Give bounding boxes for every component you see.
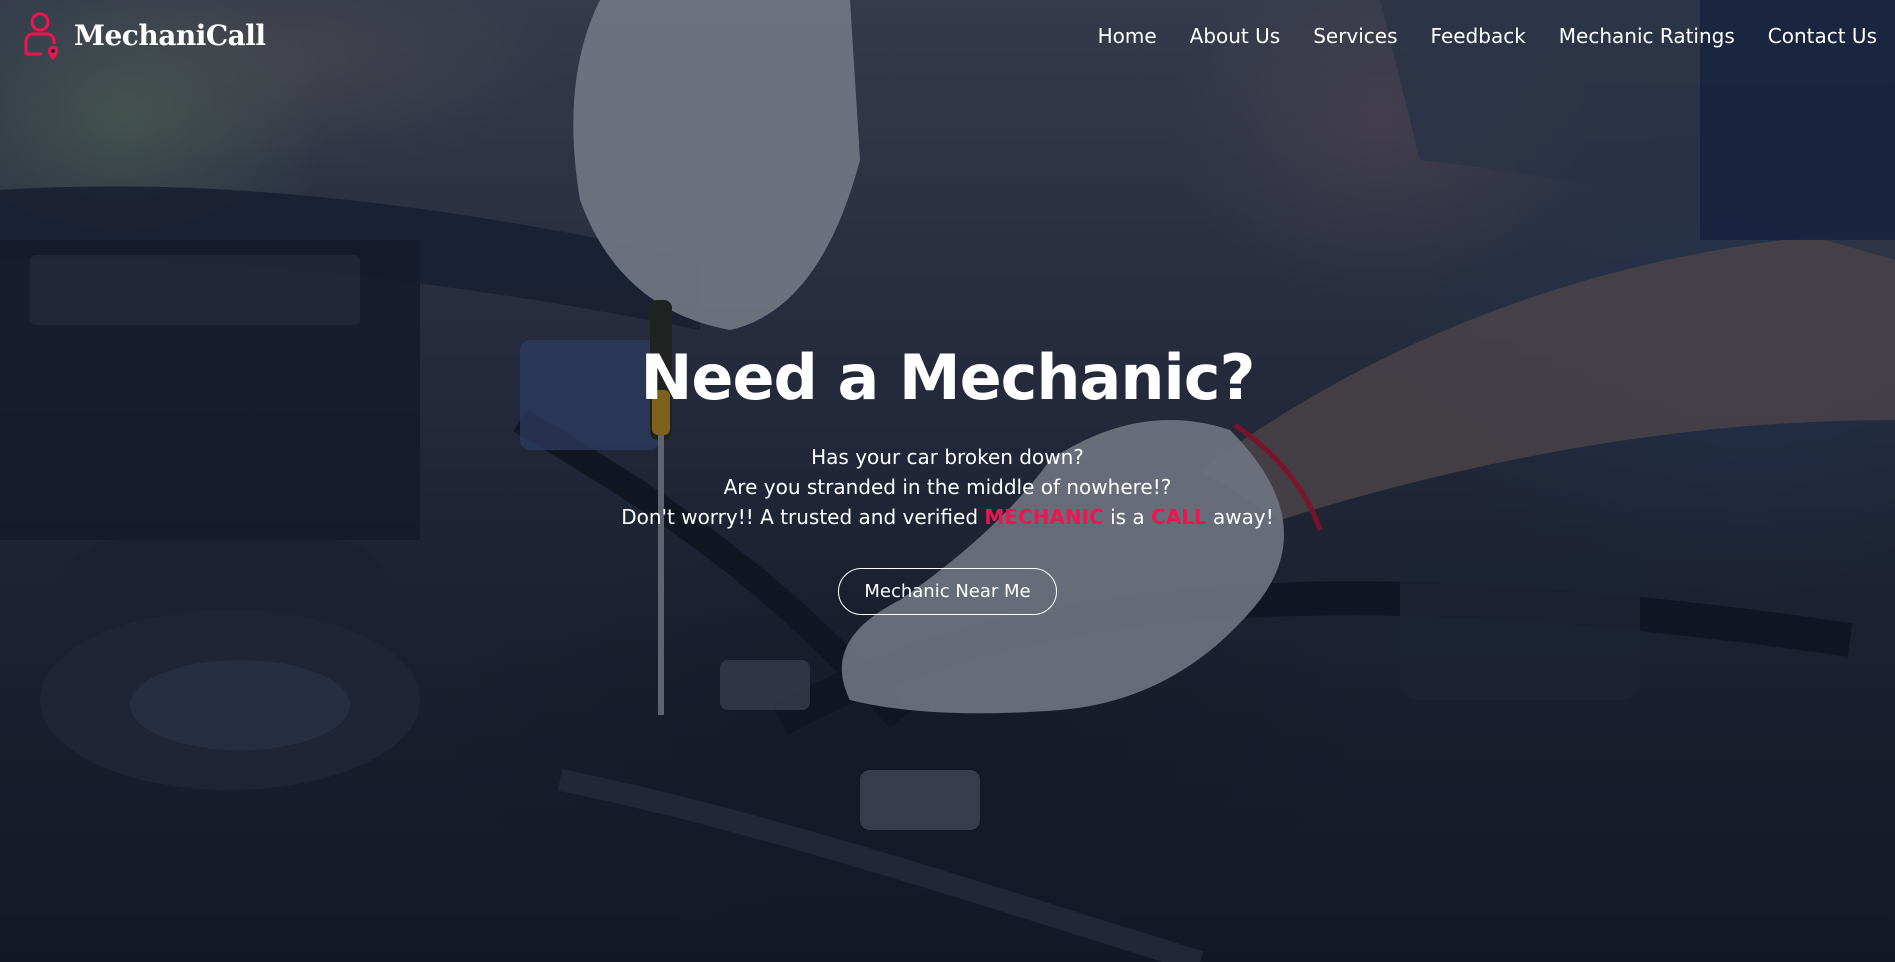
site-header: MechaniCall Home About Us Services Feedb… [0, 0, 1895, 78]
nav-contact-us[interactable]: Contact Us [1768, 24, 1877, 48]
nav-services[interactable]: Services [1313, 24, 1397, 48]
mechanic-near-me-button[interactable]: Mechanic Near Me [838, 568, 1057, 615]
hero-line-1: Has your car broken down? [811, 445, 1084, 469]
brand-name: MechaniCall [74, 18, 266, 52]
hero-title: Need a Mechanic? [640, 341, 1256, 414]
brand-logo[interactable]: MechaniCall [20, 10, 266, 60]
nav-mechanic-ratings[interactable]: Mechanic Ratings [1559, 24, 1735, 48]
hero-section: MechaniCall Home About Us Services Feedb… [0, 0, 1895, 962]
hero-line-3: Don't worry!! A trusted and verified MEC… [0, 502, 1895, 532]
nav-home[interactable]: Home [1098, 24, 1157, 48]
nav-about-us[interactable]: About Us [1190, 24, 1281, 48]
person-location-pin-icon [24, 12, 58, 60]
main-navigation: Home About Us Services Feedback Mechanic… [1098, 24, 1877, 48]
hero-content: Need a Mechanic? Has your car broken dow… [0, 338, 1895, 615]
hero-description: Has your car broken down? Are you strand… [0, 442, 1895, 532]
hero-line-2: Are you stranded in the middle of nowher… [723, 475, 1172, 499]
highlight-call: CALL [1151, 505, 1207, 529]
nav-feedback[interactable]: Feedback [1431, 24, 1526, 48]
hero-line-3-part-2: is a [1103, 505, 1152, 529]
hero-line-3-part-3: away! [1206, 505, 1274, 529]
hero-line-3-part-1: Don't worry!! A trusted and verified [621, 505, 985, 529]
highlight-mechanic: MECHANIC [984, 505, 1104, 529]
